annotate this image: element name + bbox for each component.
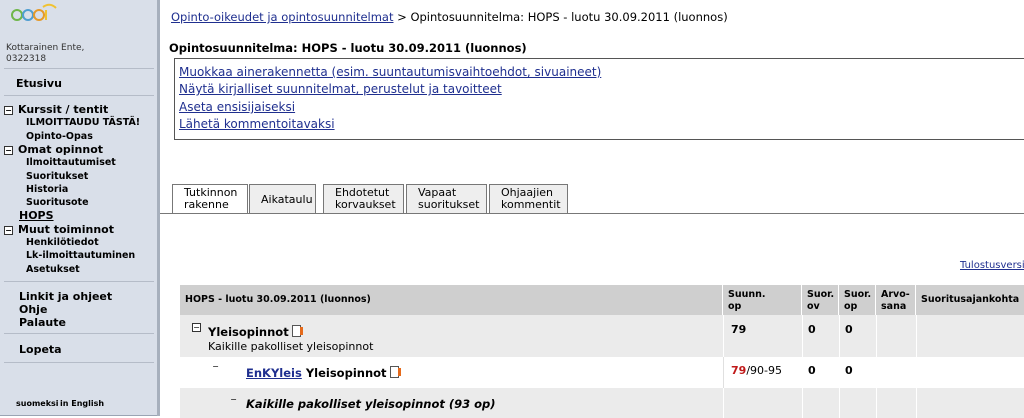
main-content: Opinto-oikeudet ja opintosuunnitelmat > … bbox=[160, 0, 1024, 418]
hops-table: HOPS - luotu 30.09.2011 (luonnos) Suunn.… bbox=[180, 285, 1024, 418]
planned-credits: 79 bbox=[731, 323, 747, 336]
sidebar-logout[interactable]: Lopeta bbox=[19, 343, 62, 356]
sidebar-link-links[interactable]: Linkit ja ohjeet bbox=[19, 290, 112, 303]
breadcrumb-current: Opintosuunnitelma: HOPS - luotu 30.09.20… bbox=[410, 10, 728, 24]
sidebar-section-courses[interactable]: − Kurssit / tentit bbox=[4, 103, 108, 116]
sidebar-item-hops[interactable]: HOPS bbox=[19, 209, 54, 222]
row-subtitle: Kaikille pakolliset yleisopinnot bbox=[208, 340, 374, 353]
sidebar-item-credits[interactable]: Suoritukset bbox=[26, 171, 88, 182]
sidebar-link-feedback[interactable]: Palaute bbox=[19, 316, 66, 329]
divider bbox=[4, 281, 154, 282]
sidebar-item-register[interactable]: ILMOITTAUDU TÄSTÄ! bbox=[26, 117, 140, 128]
sidebar-section-other[interactable]: − Muut toiminnot bbox=[4, 223, 114, 236]
divider bbox=[4, 95, 154, 96]
row-title: Yleisopinnot bbox=[208, 324, 303, 339]
print-version-link[interactable]: Tulostusversi bbox=[960, 260, 1024, 271]
oodi-logo bbox=[11, 3, 57, 21]
user-id: 0322318 bbox=[6, 54, 47, 64]
tab-structure[interactable]: Tutkinnon rakenne bbox=[172, 184, 248, 214]
sidebar-item-personal-info[interactable]: Henkilötiedot bbox=[26, 237, 99, 248]
divider bbox=[4, 68, 154, 69]
breadcrumb-separator: > bbox=[397, 10, 407, 24]
header-name: HOPS - luotu 30.09.2011 (luonnos) bbox=[180, 285, 723, 315]
breadcrumb-link[interactable]: Opinto-oikeudet ja opintosuunnitelmat bbox=[171, 10, 393, 24]
tab-schedule[interactable]: Aikataulu bbox=[249, 184, 316, 213]
document-icon[interactable] bbox=[389, 366, 401, 378]
tab-free-credits[interactable]: Vapaat suoritukset bbox=[406, 184, 487, 213]
lang-finnish[interactable]: suomeksi bbox=[16, 399, 59, 408]
tab-advisor-comments[interactable]: Ohjaajien kommentit bbox=[489, 184, 568, 213]
sidebar-item-settings[interactable]: Asetukset bbox=[26, 264, 80, 275]
row-title: Kaikille pakolliset yleisopinnot (93 op) bbox=[246, 397, 496, 411]
document-icon[interactable] bbox=[291, 325, 303, 337]
sidebar: Kottarainen Ente, 0322318 Etusivu − Kurss… bbox=[0, 0, 160, 416]
user-name: Kottarainen Ente, bbox=[6, 43, 85, 53]
sidebar-home[interactable]: Etusivu bbox=[16, 77, 62, 90]
divider bbox=[4, 362, 154, 363]
collapse-icon[interactable]: − bbox=[4, 106, 13, 115]
table-row: − EnKYleis Yleisopinnot 79/90-95 0 0 bbox=[180, 357, 1024, 388]
header-done-op: Suor. op bbox=[839, 285, 876, 315]
divider bbox=[4, 333, 154, 334]
done-ov: 0 bbox=[808, 364, 816, 377]
user-info: Kottarainen Ente, 0322318 bbox=[6, 43, 84, 65]
edit-structure-link[interactable]: Muokkaa ainerakennetta (esim. suuntautum… bbox=[179, 65, 601, 79]
planned-credits: 79/90-95 bbox=[731, 364, 782, 377]
collapse-icon[interactable]: − bbox=[192, 323, 201, 332]
sidebar-link-help[interactable]: Ohje bbox=[19, 303, 47, 316]
collapse-icon[interactable]: − bbox=[4, 146, 13, 155]
sidebar-item-study-guide[interactable]: Opinto-Opas bbox=[26, 131, 93, 142]
course-code-link[interactable]: EnKYleis bbox=[246, 366, 302, 380]
sidebar-item-transcript[interactable]: Suoritusote bbox=[26, 197, 89, 208]
show-plans-link[interactable]: Näytä kirjalliset suunnitelmat, perustel… bbox=[179, 82, 502, 96]
done-ov: 0 bbox=[808, 323, 816, 336]
table-row: − Kaikille pakolliset yleisopinnot (93 o… bbox=[180, 388, 1024, 418]
sidebar-item-history[interactable]: Historia bbox=[26, 184, 68, 195]
sidebar-item-registrations[interactable]: Ilmoittautumiset bbox=[26, 157, 116, 168]
set-primary-link[interactable]: Aseta ensisijaiseksi bbox=[179, 100, 295, 114]
sidebar-section-own-studies[interactable]: − Omat opinnot bbox=[4, 143, 103, 156]
table-row: − Yleisopinnot Kaikille pakolliset yleis… bbox=[180, 315, 1024, 357]
header-grade: Arvo-sana bbox=[876, 285, 916, 315]
row-title: EnKYleis Yleisopinnot bbox=[246, 365, 401, 380]
page-title: Opintosuunnitelma: HOPS - luotu 30.09.20… bbox=[169, 41, 527, 55]
header-done-ov: Suor. ov bbox=[802, 285, 839, 315]
done-op: 0 bbox=[845, 364, 853, 377]
collapse-icon[interactable]: − bbox=[212, 363, 219, 371]
collapse-icon[interactable]: − bbox=[230, 396, 237, 404]
done-op: 0 bbox=[845, 323, 853, 336]
header-planned: Suunn. op bbox=[723, 285, 802, 315]
collapse-icon[interactable]: − bbox=[4, 226, 13, 235]
header-date: Suoritusajankohta bbox=[916, 285, 1024, 315]
tab-proposed-substitutions[interactable]: Ehdotetut korvaukset bbox=[323, 184, 404, 213]
tab-baseline bbox=[160, 213, 1024, 214]
send-for-comments-link[interactable]: Lähetä kommentoitavaksi bbox=[179, 117, 335, 131]
lang-english[interactable]: in English bbox=[60, 399, 104, 408]
sidebar-item-lk-registration[interactable]: Lk-ilmoittautuminen bbox=[26, 250, 135, 261]
breadcrumb: Opinto-oikeudet ja opintosuunnitelmat > … bbox=[171, 10, 728, 24]
action-links: Muokkaa ainerakennetta (esim. suuntautum… bbox=[174, 58, 1024, 140]
